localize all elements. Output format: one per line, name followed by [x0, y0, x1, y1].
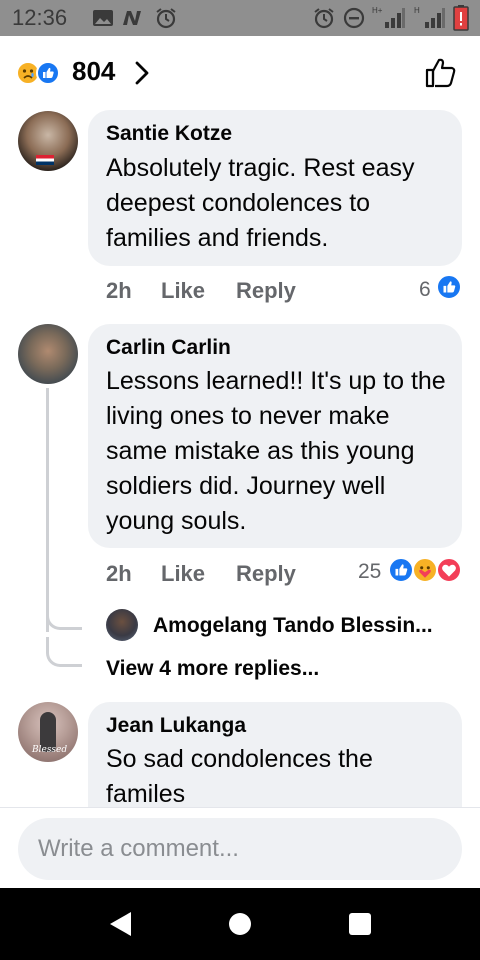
comments-sheet: 804 Santie Kotze Absolutely tragic. Rest…	[0, 36, 480, 888]
care-reaction-icon	[412, 557, 438, 583]
love-reaction-icon	[436, 557, 462, 583]
notification-n-icon	[120, 8, 144, 28]
comment-reaction-count[interactable]: 25	[358, 560, 381, 584]
alarm-icon	[154, 8, 178, 29]
status-bar: 12:36 H+ H	[0, 0, 480, 36]
battery-low-icon	[452, 5, 470, 31]
signal-icon: H	[410, 6, 446, 28]
comment-time: 2h	[106, 561, 132, 586]
comment-reaction-count[interactable]: 6	[419, 278, 431, 302]
reply-button[interactable]: Reply	[236, 561, 296, 587]
comment-author[interactable]: Santie Kotze	[106, 122, 232, 146]
signal-label: H+	[372, 6, 383, 15]
comment-text: Lessons learned!! It's up to the living …	[106, 367, 446, 535]
avatar[interactable]	[18, 324, 78, 384]
comment-text: So sad condolences the familes	[106, 745, 373, 808]
signal-label: H	[414, 6, 420, 15]
like-reaction-icon	[388, 557, 414, 583]
gallery-icon	[92, 8, 114, 28]
thread-connector	[46, 592, 82, 630]
recents-icon[interactable]	[344, 908, 376, 940]
signal-icon: H+	[370, 6, 406, 28]
back-icon[interactable]	[104, 908, 136, 940]
like-reaction-icon	[36, 61, 60, 85]
comment-text: Absolutely tragic. Rest easy deepest con…	[106, 154, 415, 252]
comment-time: 2h	[106, 278, 132, 303]
like-reaction-icon	[436, 274, 462, 300]
avatar[interactable]: Blessed	[18, 702, 78, 762]
reply-avatar[interactable]	[106, 609, 138, 641]
status-time: 12:36	[12, 5, 68, 30]
thread-connector	[46, 637, 82, 667]
chevron-right-icon[interactable]	[134, 60, 150, 91]
reactions-header[interactable]: 804	[0, 36, 480, 108]
view-more-replies-link[interactable]: View 4 more replies...	[106, 657, 319, 681]
reply-author[interactable]: Amogelang Tando Blessin...	[153, 614, 433, 638]
comment-input[interactable]	[18, 818, 462, 880]
comment-composer	[0, 807, 480, 888]
alarm-icon	[312, 8, 336, 29]
do-not-disturb-icon	[342, 7, 366, 29]
navigation-bar	[0, 888, 480, 960]
flag-badge	[36, 155, 54, 165]
like-button[interactable]: Like	[161, 278, 205, 304]
like-outline-icon[interactable]	[424, 56, 458, 95]
comment-author[interactable]: Carlin Carlin	[106, 336, 231, 360]
reaction-icons[interactable]	[16, 60, 68, 86]
avatar[interactable]	[18, 111, 78, 171]
comment-author[interactable]: Jean Lukanga	[106, 714, 246, 738]
reaction-count[interactable]: 804	[72, 56, 115, 87]
avatar-caption: Blessed	[32, 745, 68, 755]
home-icon[interactable]	[224, 908, 256, 940]
reply-button[interactable]: Reply	[236, 278, 296, 304]
like-button[interactable]: Like	[161, 561, 205, 587]
